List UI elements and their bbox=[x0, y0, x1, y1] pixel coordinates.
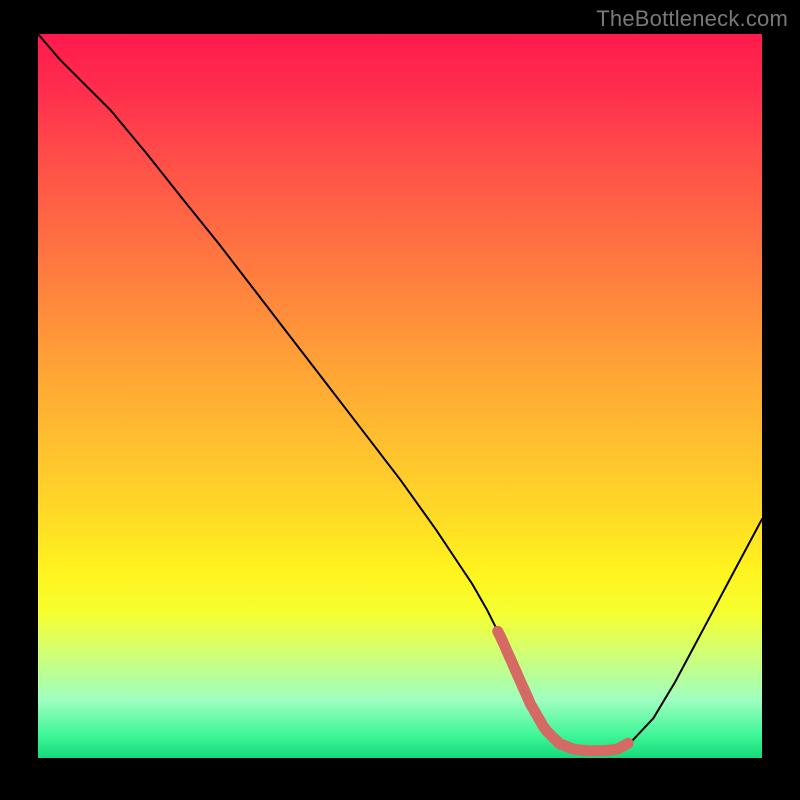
plot-area bbox=[38, 34, 762, 758]
main-curve bbox=[38, 34, 762, 751]
curve-svg bbox=[38, 34, 762, 758]
watermark-text: TheBottleneck.com bbox=[596, 6, 788, 32]
chart-container: TheBottleneck.com bbox=[0, 0, 800, 800]
highlight-segment bbox=[498, 631, 628, 751]
